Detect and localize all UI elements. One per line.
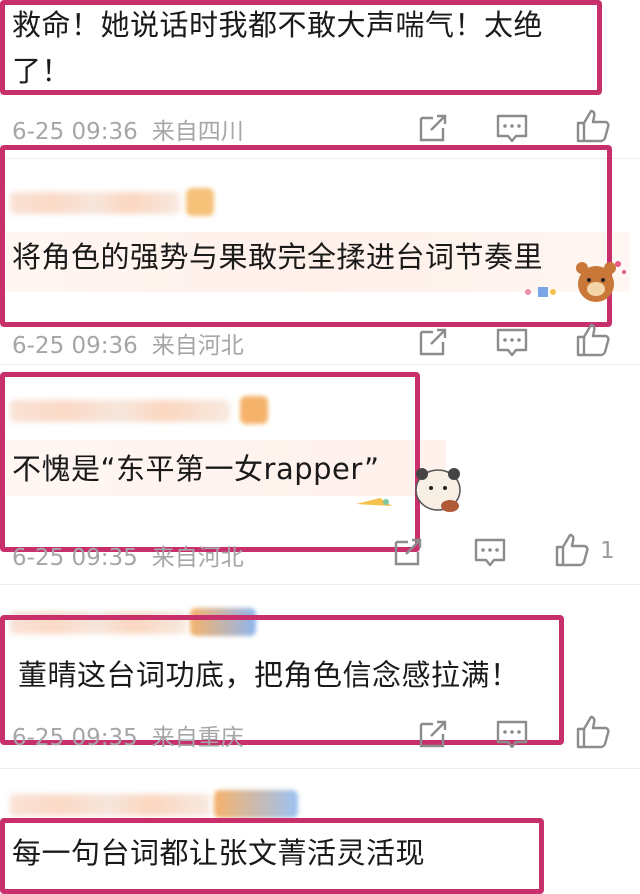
thumbs-up-icon[interactable] — [552, 530, 592, 570]
like-count: 1 — [600, 538, 615, 564]
bear-sticker-icon — [576, 261, 626, 302]
comment-text: 董晴这台词功底，把角色信念感拉满！ — [18, 658, 520, 692]
comment-date: 6-25 09:35 — [12, 725, 138, 751]
highlight-box — [0, 145, 612, 327]
comment-location: 来自河北 — [151, 333, 244, 359]
thumbs-up-icon[interactable] — [573, 712, 613, 752]
comment-date: 6-25 09:36 — [12, 119, 138, 145]
share-icon[interactable] — [413, 108, 453, 148]
comment-location: 来自河北 — [151, 545, 244, 571]
comment-text: 了！ — [12, 54, 72, 88]
comment-icon[interactable] — [470, 532, 510, 572]
comment-icon[interactable] — [492, 108, 532, 148]
blurred-badge — [214, 790, 298, 818]
comment-meta: 6-25 09:35 来自河北 — [12, 538, 258, 572]
comment-text: 救命！她说话时我都不敢大声喘气！太绝 — [12, 8, 544, 42]
comment-icon[interactable] — [492, 714, 532, 754]
comment-date: 6-25 09:36 — [12, 333, 138, 359]
comment-date: 6-25 09:35 — [12, 545, 138, 571]
blurred-username — [10, 794, 210, 816]
share-icon[interactable] — [388, 532, 428, 572]
panda-sticker-icon — [356, 468, 461, 512]
comment-text: 不愧是“东平第一女rapper” — [12, 452, 380, 486]
share-icon[interactable] — [413, 714, 453, 754]
comment-location: 来自重庆 — [151, 725, 244, 751]
comment-meta: 6-25 09:36 来自河北 — [12, 326, 258, 360]
sparkle-icon — [525, 287, 556, 297]
comment-location: 来自四川 — [151, 119, 244, 145]
comment-icon[interactable] — [492, 322, 532, 362]
divider — [0, 364, 640, 365]
comment-meta: 6-25 09:36 来自四川 — [12, 112, 258, 146]
thumbs-up-icon[interactable] — [573, 106, 613, 146]
divider — [0, 768, 640, 769]
share-icon[interactable] — [413, 322, 453, 362]
divider — [0, 584, 640, 585]
comment-text: 将角色的强势与果敢完全揉进台词节奏里 — [12, 240, 544, 274]
comment-meta: 6-25 09:35 来自重庆 — [12, 718, 258, 752]
thumbs-up-icon[interactable] — [573, 320, 613, 360]
comment-text: 每一句台词都让张文菁活灵活现 — [12, 836, 426, 870]
